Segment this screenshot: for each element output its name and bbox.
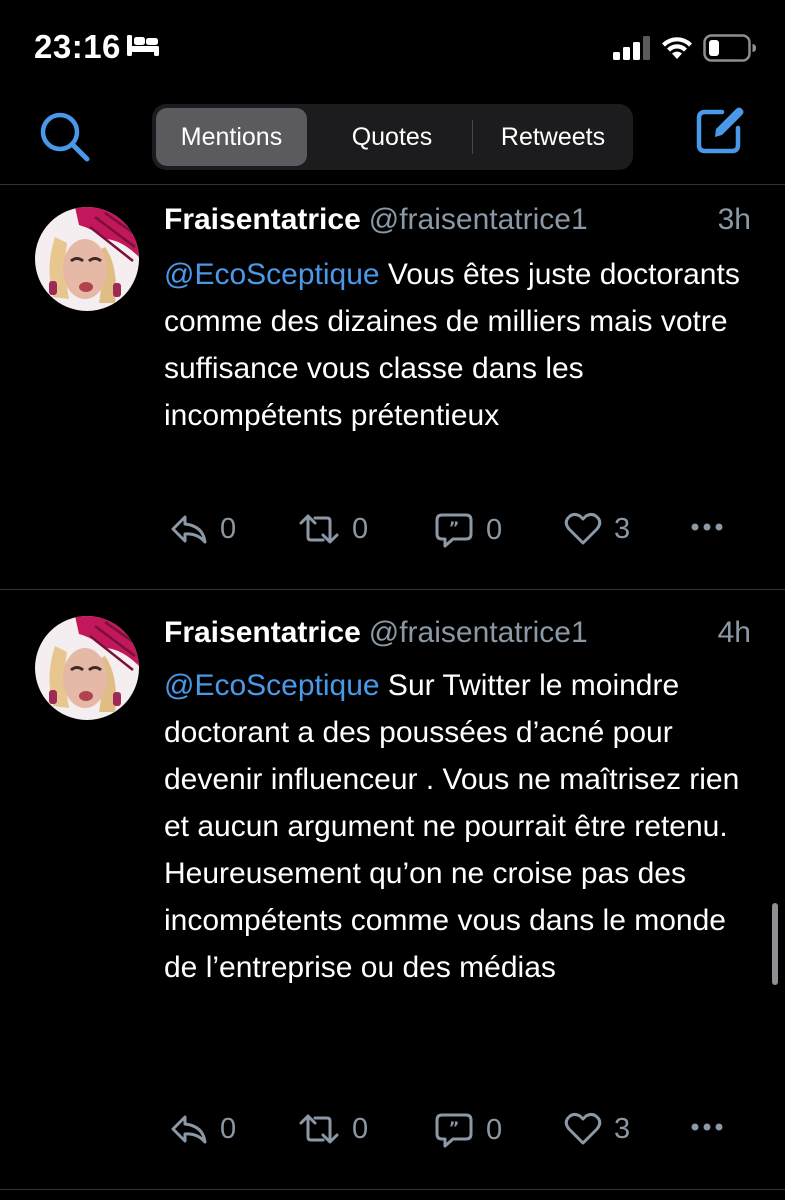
heart-icon <box>564 512 602 545</box>
battery-icon <box>703 34 756 62</box>
quote-icon: ” <box>435 513 473 548</box>
navigation-bar: Mentions Quotes Retweets <box>0 96 785 184</box>
tweet-time: 4h <box>717 616 751 649</box>
display-name[interactable]: Fraisentatrice <box>164 203 361 236</box>
reply-button[interactable]: 0 <box>170 1112 236 1146</box>
quote-button[interactable]: ” 0 <box>434 512 502 548</box>
tweet-time: 3h <box>717 203 751 236</box>
tweet-text: @EcoSceptique Sur Twitter le moindre doc… <box>164 662 764 991</box>
avatar[interactable] <box>35 207 139 311</box>
tab-retweets[interactable]: Retweets <box>477 108 629 166</box>
segmented-control: Mentions Quotes Retweets <box>152 104 633 170</box>
reply-count: 0 <box>220 512 237 545</box>
retweet-count: 0 <box>352 1112 369 1145</box>
like-button[interactable]: 3 <box>564 1112 630 1146</box>
reply-icon <box>171 1115 207 1144</box>
retweet-button[interactable]: 0 <box>298 1112 368 1146</box>
tweet-actions: 0 0 ” 0 3 <box>164 512 734 556</box>
status-bar: 23:16 <box>0 0 785 96</box>
reply-button[interactable]: 0 <box>170 512 236 546</box>
more-button[interactable] <box>690 522 736 532</box>
signal-icon <box>613 36 650 60</box>
scrollbar[interactable] <box>772 903 778 985</box>
tweet-body: Sur Twitter le moindre doctorant a des p… <box>164 669 740 984</box>
quote-icon: ” <box>435 1113 473 1148</box>
retweet-icon <box>299 514 339 544</box>
reply-count: 0 <box>220 1112 237 1145</box>
reply-icon <box>171 515 207 544</box>
display-name[interactable]: Fraisentatrice <box>164 616 361 649</box>
svg-text:”: ” <box>449 1118 460 1137</box>
retweet-count: 0 <box>352 512 369 545</box>
avatar[interactable] <box>35 616 139 720</box>
bed-icon <box>127 35 159 56</box>
more-icon <box>691 523 723 531</box>
tweet-header: Fraisentatrice @fraisentatrice1 4h <box>164 616 751 656</box>
user-handle[interactable]: @fraisentatrice1 <box>369 616 588 649</box>
more-button[interactable] <box>690 1122 736 1132</box>
retweet-icon <box>299 1114 339 1144</box>
tweet[interactable]: Fraisentatrice @fraisentatrice1 3h @EcoSc… <box>0 185 785 589</box>
quote-count: 0 <box>486 1113 503 1146</box>
tweet[interactable]: Fraisentatrice @fraisentatrice1 4h @EcoSc… <box>0 590 785 1188</box>
wifi-icon <box>662 37 692 59</box>
heart-icon <box>564 1112 602 1145</box>
tab-mentions[interactable]: Mentions <box>156 108 307 166</box>
quote-button[interactable]: ” 0 <box>434 1112 502 1148</box>
segment-divider <box>472 120 473 154</box>
user-handle[interactable]: @fraisentatrice1 <box>369 203 588 236</box>
svg-text:”: ” <box>449 518 460 537</box>
tweet-header: Fraisentatrice @fraisentatrice1 3h <box>164 203 751 243</box>
tab-quotes[interactable]: Quotes <box>317 108 467 166</box>
quote-count: 0 <box>486 513 503 546</box>
more-icon <box>691 1123 723 1131</box>
like-count: 3 <box>614 1112 631 1145</box>
mention-link[interactable]: @EcoSceptique <box>164 258 380 291</box>
tweet-actions: 0 0 ” 0 3 <box>164 1112 734 1156</box>
tweet-text: @EcoSceptique Vous êtes juste doctorants… <box>164 251 764 439</box>
like-count: 3 <box>614 512 631 545</box>
tweet-separator <box>0 1189 785 1190</box>
mention-link[interactable]: @EcoSceptique <box>164 669 380 702</box>
compose-icon[interactable] <box>694 104 746 156</box>
search-icon[interactable] <box>38 110 92 164</box>
like-button[interactable]: 3 <box>564 512 630 546</box>
retweet-button[interactable]: 0 <box>298 512 368 546</box>
status-time: 23:16 <box>34 28 121 65</box>
